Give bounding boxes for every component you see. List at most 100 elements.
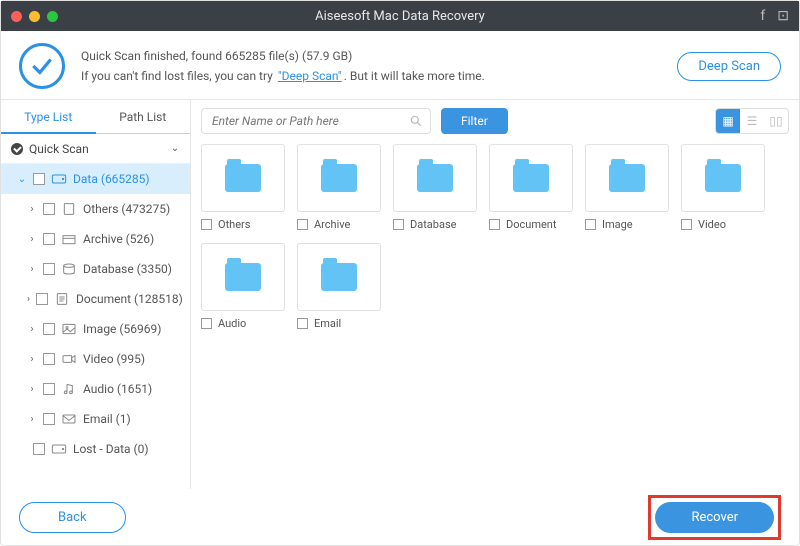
tab-path-list[interactable]: Path List xyxy=(96,100,191,134)
email-icon xyxy=(61,412,77,426)
main-panel: Filter ▦ ☰ ▯▯ Others Archive Database Do… xyxy=(191,100,799,489)
checkbox[interactable] xyxy=(393,219,404,230)
scan-hint-b: . But it will take more time. xyxy=(344,69,485,83)
chevron-right-icon[interactable]: › xyxy=(27,354,37,365)
folder-archive[interactable]: Archive xyxy=(297,144,381,231)
tile-label: Others xyxy=(218,218,250,231)
folder-image[interactable]: Image xyxy=(585,144,669,231)
audio-icon xyxy=(61,382,77,396)
database-icon xyxy=(61,262,77,276)
footer: Back Recover xyxy=(1,489,799,545)
tile-label: Email xyxy=(314,317,341,330)
tree-item-email[interactable]: › Email (1) xyxy=(1,404,190,434)
tree-item-audio[interactable]: › Audio (1651) xyxy=(1,374,190,404)
quick-scan-row[interactable]: Quick Scan ⌄ xyxy=(1,134,190,164)
tree-label: Archive (526) xyxy=(83,232,154,246)
tile-label: Image xyxy=(602,218,633,231)
checkbox[interactable] xyxy=(43,323,55,335)
checkbox[interactable] xyxy=(201,219,212,230)
folder-icon xyxy=(513,164,549,192)
back-button[interactable]: Back xyxy=(19,502,126,533)
tree-label: Data (665285) xyxy=(73,172,150,186)
tree-item-document[interactable]: › Document (128518) xyxy=(1,284,190,314)
checkbox[interactable] xyxy=(297,318,308,329)
main-toolbar: Filter ▦ ☰ ▯▯ xyxy=(201,108,789,134)
checkbox[interactable] xyxy=(43,203,55,215)
tree-label: Document (128518) xyxy=(76,292,183,306)
window-title: Aiseesoft Mac Data Recovery xyxy=(1,9,799,24)
filter-button[interactable]: Filter xyxy=(441,108,508,134)
folder-database[interactable]: Database xyxy=(393,144,477,231)
tab-type-list[interactable]: Type List xyxy=(1,100,96,134)
folder-email[interactable]: Email xyxy=(297,243,381,330)
check-circle-icon xyxy=(11,143,23,155)
document-icon xyxy=(54,292,70,306)
tile-label: Video xyxy=(698,218,726,231)
search-input[interactable] xyxy=(201,108,431,134)
chevron-right-icon[interactable]: › xyxy=(27,384,37,395)
tree-label: Email (1) xyxy=(83,412,131,426)
archive-icon xyxy=(61,232,77,246)
chevron-right-icon[interactable]: › xyxy=(27,414,37,425)
folder-icon xyxy=(321,164,357,192)
checkbox[interactable] xyxy=(297,219,308,230)
chevron-right-icon[interactable]: › xyxy=(27,294,30,305)
tree-item-lost[interactable]: › Lost - Data (0) xyxy=(1,434,190,464)
tree-item-image[interactable]: › Image (56969) xyxy=(1,314,190,344)
checkbox[interactable] xyxy=(33,443,45,455)
folder-icon xyxy=(705,164,741,192)
tree-label: Database (3350) xyxy=(83,262,172,276)
video-icon xyxy=(61,352,77,366)
folder-icon xyxy=(417,164,453,192)
view-column-icon[interactable]: ▯▯ xyxy=(764,109,788,133)
tree-item-video[interactable]: › Video (995) xyxy=(1,344,190,374)
tree-item-database[interactable]: › Database (3350) xyxy=(1,254,190,284)
scan-status-text: Quick Scan finished, found 665285 file(s… xyxy=(81,46,661,87)
checkbox[interactable] xyxy=(43,383,55,395)
tree-label: Video (995) xyxy=(83,352,145,366)
sidebar: Type List Path List Quick Scan ⌄ ⌄ Data … xyxy=(1,100,191,489)
checkbox[interactable] xyxy=(33,173,45,185)
folder-others[interactable]: Others xyxy=(201,144,285,231)
view-toggle: ▦ ☰ ▯▯ xyxy=(715,108,789,134)
file-icon xyxy=(61,202,77,216)
chevron-down-icon[interactable]: ⌄ xyxy=(170,143,180,154)
deep-scan-button[interactable]: Deep Scan xyxy=(677,52,781,81)
checkbox[interactable] xyxy=(43,233,55,245)
recover-button[interactable]: Recover xyxy=(655,502,774,533)
items-grid: Others Archive Database Document Image V… xyxy=(201,144,789,334)
folder-icon xyxy=(609,164,645,192)
checkbox[interactable] xyxy=(585,219,596,230)
drive-icon xyxy=(51,442,67,456)
view-grid-icon[interactable]: ▦ xyxy=(716,109,740,133)
checkbox[interactable] xyxy=(201,318,212,329)
checkbox[interactable] xyxy=(43,413,55,425)
folder-audio[interactable]: Audio xyxy=(201,243,285,330)
folder-video[interactable]: Video xyxy=(681,144,765,231)
checkbox[interactable] xyxy=(43,263,55,275)
search-icon[interactable] xyxy=(409,113,423,132)
chevron-right-icon[interactable]: › xyxy=(27,234,37,245)
checkbox[interactable] xyxy=(43,353,55,365)
view-list-icon[interactable]: ☰ xyxy=(740,109,764,133)
tree-item-data[interactable]: ⌄ Data (665285) xyxy=(1,164,190,194)
app-window: Aiseesoft Mac Data Recovery f ⊡ Quick Sc… xyxy=(0,0,800,546)
success-check-icon xyxy=(19,43,65,89)
search-wrap xyxy=(201,108,431,134)
folder-document[interactable]: Document xyxy=(489,144,573,231)
checkbox[interactable] xyxy=(36,293,48,305)
deep-scan-link[interactable]: "Deep Scan" xyxy=(278,69,342,83)
scan-hint-a: If you can't find lost files, you can tr… xyxy=(81,69,273,83)
tree-label: Others (473275) xyxy=(83,202,170,216)
chevron-right-icon[interactable]: › xyxy=(27,324,37,335)
type-tree: ⌄ Data (665285) › Others (473275) › Arch… xyxy=(1,164,190,489)
checkbox[interactable] xyxy=(681,219,692,230)
tile-label: Database xyxy=(410,218,456,231)
tree-item-others[interactable]: › Others (473275) xyxy=(1,194,190,224)
chevron-right-icon[interactable]: › xyxy=(27,204,37,215)
chevron-down-icon[interactable]: ⌄ xyxy=(17,174,27,185)
checkbox[interactable] xyxy=(489,219,500,230)
tree-label: Image (56969) xyxy=(83,322,161,336)
tree-item-archive[interactable]: › Archive (526) xyxy=(1,224,190,254)
chevron-right-icon[interactable]: › xyxy=(27,264,37,275)
